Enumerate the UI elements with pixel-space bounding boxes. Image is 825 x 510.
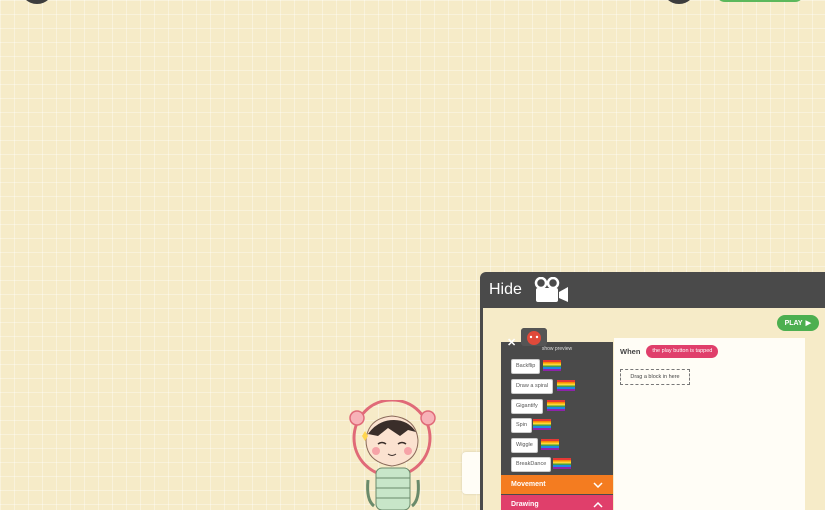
- block-wiggle[interactable]: Wiggle: [511, 438, 571, 453]
- rainbow-tail-icon: [541, 439, 559, 450]
- rainbow-tail-icon: [557, 380, 575, 391]
- block-spin[interactable]: Spin: [511, 418, 571, 433]
- block-drop-slot[interactable]: Drag a block in here: [620, 369, 690, 385]
- rainbow-tail-icon: [543, 360, 561, 371]
- trigger-selector[interactable]: the play button is tapped: [646, 345, 719, 358]
- chevron-down-icon: [593, 481, 603, 488]
- top-right-round-button[interactable]: [662, 0, 696, 4]
- rainbow-tail-icon: [553, 458, 571, 469]
- rainbow-tail-icon: [533, 419, 551, 430]
- block-label: Draw a spiral: [511, 379, 554, 394]
- panel-header: Hide: [480, 272, 825, 308]
- play-triangle-icon: ▶: [805, 320, 811, 327]
- when-trigger-row: When the play button is tapped: [620, 345, 719, 358]
- block-draw-a-spiral[interactable]: Draw a spiral: [511, 379, 575, 394]
- category-movement[interactable]: Movement: [501, 475, 613, 494]
- character-thumbnail-icon[interactable]: [521, 328, 547, 346]
- block-gigantify[interactable]: Gigantify: [511, 399, 571, 414]
- rainbow-tail-icon: [547, 400, 565, 411]
- block-label: Backflip: [511, 359, 541, 374]
- character-sprite[interactable]: [348, 400, 440, 510]
- play-label: PLAY: [784, 319, 803, 327]
- tutorial-video-panel: Hide PLAY ▶ ✕ show preview Backflip Draw…: [480, 272, 825, 510]
- block-label: BreakDance: [511, 457, 552, 472]
- top-green-button[interactable]: [716, 0, 804, 2]
- top-left-menu-button[interactable]: [20, 0, 54, 4]
- hide-button[interactable]: Hide: [489, 281, 522, 299]
- video-camera-icon[interactable]: [534, 277, 570, 303]
- blocks-sidebar: ✕ show preview Backflip Draw a spiral Gi…: [501, 328, 613, 510]
- block-label: Spin: [511, 418, 533, 433]
- block-label: Wiggle: [511, 438, 538, 453]
- script-canvas[interactable]: When the play button is tapped Drag a bl…: [614, 338, 805, 510]
- block-label: Gigantify: [511, 399, 543, 414]
- tutorial-video-frame: PLAY ▶ ✕ show preview Backflip Draw a sp…: [483, 308, 825, 510]
- block-breakdance[interactable]: BreakDance: [511, 457, 571, 472]
- chevron-up-icon: [593, 501, 603, 508]
- play-button[interactable]: PLAY ▶: [776, 315, 819, 331]
- category-drawing[interactable]: Drawing: [501, 495, 613, 510]
- block-backflip[interactable]: Backflip: [511, 359, 571, 374]
- show-preview-label[interactable]: show preview: [501, 346, 613, 352]
- category-label: Drawing: [511, 501, 539, 508]
- when-label: When: [620, 347, 641, 356]
- category-label: Movement: [511, 481, 546, 488]
